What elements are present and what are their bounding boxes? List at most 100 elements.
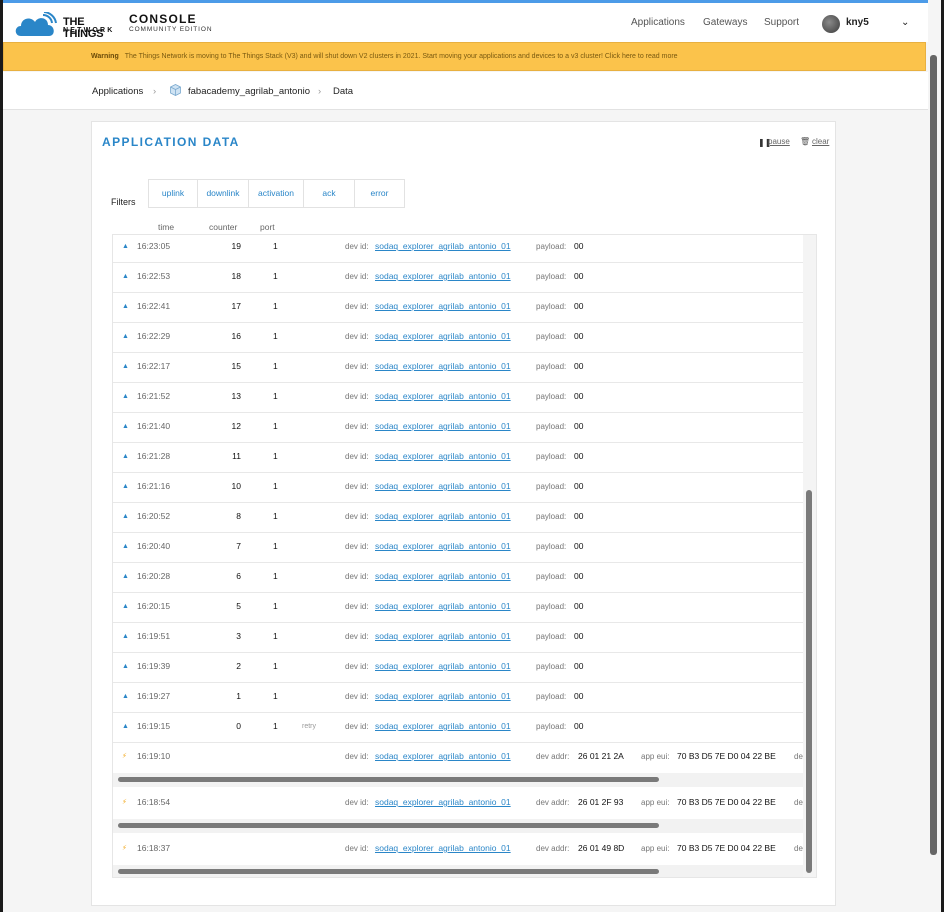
filter-activation[interactable]: activation <box>249 180 304 207</box>
payload-value: 00 <box>574 661 584 671</box>
uplink-row[interactable]: ▲ 16:21:52 13 1 dev id: sodaq_explorer_agrila… <box>113 383 803 413</box>
dev-id-link[interactable]: sodaq_explorer_agrilab_antonio_01 <box>375 661 511 671</box>
uplink-row[interactable]: ▲ 16:21:40 12 1 dev id: sodaq_explorer_agrila… <box>113 413 803 443</box>
warning-banner[interactable]: Warning The Things Network is moving to … <box>3 42 926 71</box>
activation-row[interactable]: ⚡ 16:18:54 dev id: sodaq_explorer_agrilab_a… <box>113 789 803 819</box>
data-list[interactable]: ▲ 16:23:05 19 1 dev id: sodaq_explorer_agrila… <box>112 234 817 878</box>
row-counter: 8 <box>236 511 241 521</box>
row-time: 16:19:39 <box>137 661 171 671</box>
uplink-arrow-icon: ▲ <box>122 603 129 610</box>
dev-id-link[interactable]: sodaq_explorer_agrilab_antonio_01 <box>375 691 511 701</box>
row-time: 16:20:40 <box>137 541 171 551</box>
uplink-row[interactable]: ▲ 16:20:15 5 1 dev id: sodaq_explorer_agrilab… <box>113 593 803 623</box>
app-frame: THE THINGS NETWORK CONSOLE COMMUNITY EDI… <box>3 0 941 912</box>
uplink-row[interactable]: ▲ 16:20:28 6 1 dev id: sodaq_explorer_agrilab… <box>113 563 803 593</box>
trash-icon[interactable]: 🗑 <box>800 137 810 146</box>
payload-label: payload: <box>536 422 567 431</box>
uplink-row[interactable]: ▲ 16:23:05 19 1 dev id: sodaq_explorer_agrila… <box>113 235 803 263</box>
uplink-row[interactable]: ▲ 16:21:28 11 1 dev id: sodaq_explorer_agrila… <box>113 443 803 473</box>
dev-id-link[interactable]: sodaq_explorer_agrilab_antonio_01 <box>375 271 511 281</box>
uplink-row[interactable]: ▲ 16:21:16 10 1 dev id: sodaq_explorer_agrila… <box>113 473 803 503</box>
uplink-row[interactable]: ▲ 16:19:15 0 1 retry dev id: sodaq_explorer_ag… <box>113 713 803 743</box>
uplink-arrow-icon: ▲ <box>122 633 129 640</box>
dev-id-link[interactable]: sodaq_explorer_agrilab_antonio_01 <box>375 301 511 311</box>
username[interactable]: kny5 <box>846 17 869 28</box>
dev-id-link[interactable]: sodaq_explorer_agrilab_antonio_01 <box>375 541 511 551</box>
payload-value: 00 <box>574 631 584 641</box>
activation-row[interactable]: ⚡ 16:19:10 dev id: sodaq_explorer_agrilab_a… <box>113 743 803 773</box>
dev-id-link[interactable]: sodaq_explorer_agrilab_antonio_01 <box>375 797 511 807</box>
filter-ack[interactable]: ack <box>304 180 355 207</box>
horizontal-scrollbar[interactable] <box>118 823 659 828</box>
row-time: 16:23:05 <box>137 241 171 251</box>
uplink-arrow-icon: ▲ <box>122 243 129 250</box>
row-time: 16:18:54 <box>137 797 171 807</box>
row-time: 16:19:15 <box>137 721 171 731</box>
uplink-row[interactable]: ▲ 16:22:17 15 1 dev id: sodaq_explorer_agrila… <box>113 353 803 383</box>
uplink-row[interactable]: ▲ 16:22:41 17 1 dev id: sodaq_explorer_agrila… <box>113 293 803 323</box>
column-header-time: time <box>158 222 175 232</box>
dev-addr-value: 26 01 49 8D <box>578 843 625 853</box>
dev-id-link[interactable]: sodaq_explorer_agrilab_antonio_01 <box>375 391 511 401</box>
filter-error[interactable]: error <box>355 180 404 207</box>
payload-label: payload: <box>536 692 567 701</box>
uplink-arrow-icon: ▲ <box>122 573 129 580</box>
dev-id-link[interactable]: sodaq_explorer_agrilab_antonio_01 <box>375 511 511 521</box>
dev-id-link[interactable]: sodaq_explorer_agrilab_antonio_01 <box>375 751 511 761</box>
truncated-label: de <box>794 844 803 853</box>
page-scrollbar[interactable] <box>930 55 937 855</box>
dev-id-link[interactable]: sodaq_explorer_agrilab_antonio_01 <box>375 631 511 641</box>
dev-id-label: dev id: <box>345 844 369 853</box>
dev-id-link[interactable]: sodaq_explorer_agrilab_antonio_01 <box>375 721 511 731</box>
dev-id-label: dev id: <box>345 332 369 341</box>
dev-id-link[interactable]: sodaq_explorer_agrilab_antonio_01 <box>375 571 511 581</box>
row-counter: 2 <box>236 661 241 671</box>
cloud-logo-icon <box>15 12 57 36</box>
dev-id-label: dev id: <box>345 602 369 611</box>
uplink-row[interactable]: ▲ 16:22:53 18 1 dev id: sodaq_explorer_agrila… <box>113 263 803 293</box>
nav-gateways[interactable]: Gateways <box>703 17 747 28</box>
dev-id-link[interactable]: sodaq_explorer_agrilab_antonio_01 <box>375 361 511 371</box>
row-port: 1 <box>273 511 278 521</box>
dev-id-label: dev id: <box>345 632 369 641</box>
payload-label: payload: <box>536 242 567 251</box>
row-counter: 7 <box>236 541 241 551</box>
uplink-row[interactable]: ▲ 16:19:39 2 1 dev id: sodaq_explorer_agrilab… <box>113 653 803 683</box>
avatar[interactable] <box>822 15 840 33</box>
column-header-port: port <box>260 222 275 232</box>
payload-label: payload: <box>536 482 567 491</box>
chevron-down-icon[interactable]: ⌄ <box>901 17 909 28</box>
dev-id-link[interactable]: sodaq_explorer_agrilab_antonio_01 <box>375 481 511 491</box>
breadcrumb-app[interactable]: fabacademy_agrilab_antonio <box>188 86 310 97</box>
dev-id-link[interactable]: sodaq_explorer_agrilab_antonio_01 <box>375 843 511 853</box>
nav-applications[interactable]: Applications <box>631 17 685 28</box>
ttn-logo[interactable]: THE THINGS NETWORK <box>13 12 123 40</box>
uplink-row[interactable]: ▲ 16:19:51 3 1 dev id: sodaq_explorer_agrilab… <box>113 623 803 653</box>
filter-downlink[interactable]: downlink <box>198 180 249 207</box>
nav-support[interactable]: Support <box>764 17 799 28</box>
row-port: 1 <box>273 481 278 491</box>
horizontal-scrollbar[interactable] <box>118 777 659 782</box>
uplink-row[interactable]: ▲ 16:19:27 1 1 dev id: sodaq_explorer_agrilab… <box>113 683 803 713</box>
list-scrollbar[interactable] <box>806 490 812 873</box>
activation-row[interactable]: ⚡ 16:18:37 dev id: sodaq_explorer_agrilab_a… <box>113 835 803 865</box>
horizontal-scrollbar[interactable] <box>118 869 659 874</box>
clear-button[interactable]: clear <box>812 137 829 146</box>
uplink-row[interactable]: ▲ 16:20:52 8 1 dev id: sodaq_explorer_agrilab… <box>113 503 803 533</box>
uplink-row[interactable]: ▲ 16:22:29 16 1 dev id: sodaq_explorer_agrila… <box>113 323 803 353</box>
uplink-arrow-icon: ▲ <box>122 303 129 310</box>
app-eui-label: app eui: <box>641 798 670 807</box>
dev-addr-value: 26 01 2F 93 <box>578 797 624 807</box>
filter-uplink[interactable]: uplink <box>149 180 198 207</box>
uplink-row[interactable]: ▲ 16:20:40 7 1 dev id: sodaq_explorer_agrilab… <box>113 533 803 563</box>
payload-value: 00 <box>574 271 584 281</box>
pause-button[interactable]: pause <box>768 137 790 146</box>
breadcrumb-applications[interactable]: Applications <box>92 86 143 97</box>
dev-id-link[interactable]: sodaq_explorer_agrilab_antonio_01 <box>375 451 511 461</box>
row-time: 16:20:28 <box>137 571 171 581</box>
dev-id-link[interactable]: sodaq_explorer_agrilab_antonio_01 <box>375 601 511 611</box>
dev-id-link[interactable]: sodaq_explorer_agrilab_antonio_01 <box>375 421 511 431</box>
dev-id-link[interactable]: sodaq_explorer_agrilab_antonio_01 <box>375 241 511 251</box>
dev-id-label: dev id: <box>345 662 369 671</box>
dev-id-link[interactable]: sodaq_explorer_agrilab_antonio_01 <box>375 331 511 341</box>
